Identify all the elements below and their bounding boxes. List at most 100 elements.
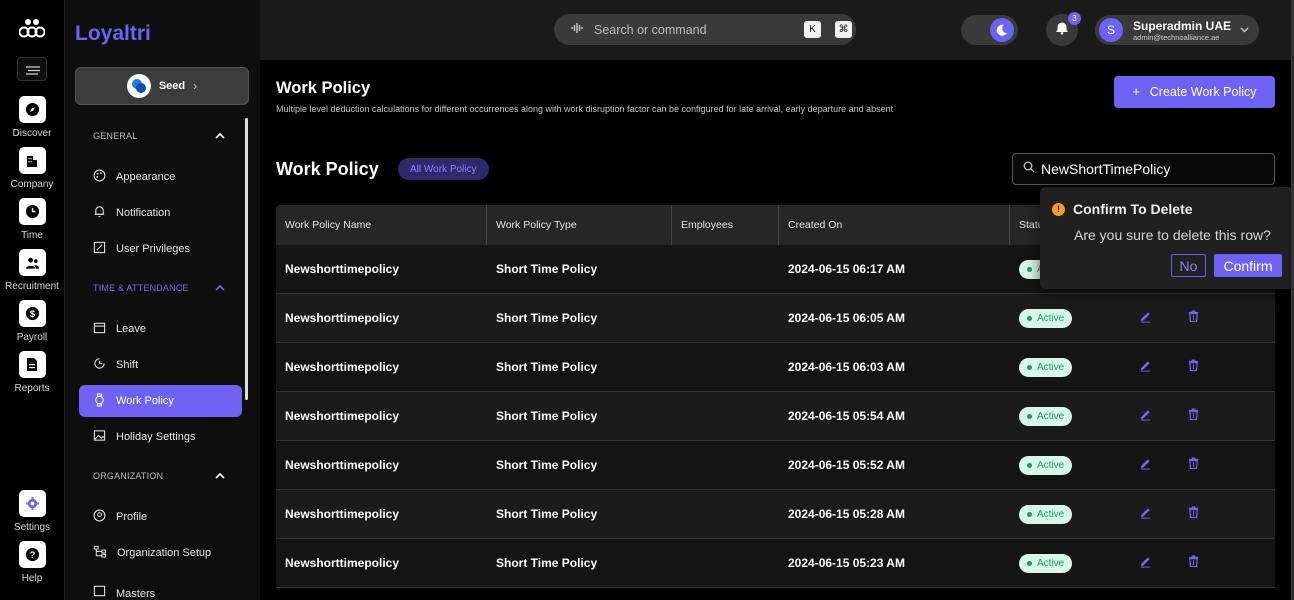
popover-message: Are you sure to delete this row? xyxy=(1074,227,1271,243)
rail-item-reports[interactable]: Reports xyxy=(0,351,64,394)
warning-icon: ! xyxy=(1052,202,1065,216)
confirm-button[interactable]: Confirm xyxy=(1214,254,1282,277)
created-on: 2024-06-15 06:03 AM xyxy=(788,360,905,374)
chevron-up-icon xyxy=(215,131,225,141)
notifications-button[interactable]: 3 xyxy=(1046,12,1081,46)
chevron-down-icon xyxy=(1240,25,1249,36)
sidebar-item-organization-setup[interactable]: Organization Setup xyxy=(79,537,242,569)
section-time-attendance[interactable]: TIME & ATTENDANCE xyxy=(93,283,225,293)
table-row[interactable]: Newshorttimepolicy Short Time Policy 2024-… xyxy=(276,539,1275,588)
rail-item-settings[interactable]: Settings xyxy=(0,490,64,533)
user-menu[interactable]: S Superadmin UAE admin@technoalliance.ae xyxy=(1095,15,1259,45)
sidebar-item-profile[interactable]: Profile xyxy=(79,501,242,533)
org-switcher[interactable]: Seed › xyxy=(75,67,249,105)
status-dot-icon xyxy=(1027,560,1032,566)
section-organization[interactable]: ORGANIZATION xyxy=(93,471,225,481)
sidebar-item-appearance[interactable]: Appearance xyxy=(79,161,242,193)
delete-icon[interactable] xyxy=(1188,310,1199,326)
created-on: 2024-06-15 05:23 AM xyxy=(788,556,905,570)
edit-icon[interactable] xyxy=(1139,408,1152,424)
sidebar-item-masters[interactable]: Masters xyxy=(79,573,242,600)
edit-icon[interactable] xyxy=(1139,555,1152,571)
shortcut-key-k: K xyxy=(804,21,821,38)
edit-icon[interactable] xyxy=(1139,310,1152,326)
theme-toggle[interactable] xyxy=(961,15,1018,45)
chevron-up-icon xyxy=(215,283,225,293)
app-logo-icon[interactable] xyxy=(18,18,46,40)
voice-icon xyxy=(570,21,584,39)
edit-icon[interactable] xyxy=(1139,506,1152,522)
palette-icon xyxy=(93,169,106,185)
sidebar-item-shift[interactable]: Shift xyxy=(79,349,242,381)
column-header[interactable]: Work Policy Type xyxy=(487,205,672,245)
user-name: Superadmin UAE xyxy=(1133,18,1232,33)
collapse-menu-button[interactable] xyxy=(17,57,47,81)
sidebar-item-work-policy[interactable]: Work Policy xyxy=(79,385,242,417)
column-header[interactable]: Employees xyxy=(672,205,779,245)
settings-sidebar: Loyaltri Seed › GENERAL Appearance Notif… xyxy=(65,0,260,600)
delete-icon[interactable] xyxy=(1188,506,1199,522)
cancel-button[interactable]: No xyxy=(1171,254,1206,277)
table-row[interactable]: Newshorttimepolicy Short Time Policy 2024-… xyxy=(276,294,1275,343)
rail-item-discover[interactable]: Discover xyxy=(0,96,64,139)
user-email: admin@technoalliance.ae xyxy=(1133,32,1220,42)
policy-type: Short Time Policy xyxy=(496,458,598,472)
table-row[interactable]: Newshorttimepolicy Short Time Policy 2024-… xyxy=(276,441,1275,490)
search-value: NewShortTimePolicy xyxy=(1041,161,1171,177)
column-header[interactable]: Created On xyxy=(779,205,1010,245)
status-badge: Active xyxy=(1019,504,1073,524)
table-search-input[interactable]: NewShortTimePolicy xyxy=(1012,153,1275,185)
rail-item-help[interactable]: ? Help xyxy=(0,541,64,584)
column-header[interactable]: Work Policy Name xyxy=(276,205,487,245)
rail-item-recruitment[interactable]: Recruitment xyxy=(0,249,64,292)
policy-name: Newshorttimepolicy xyxy=(285,409,400,423)
created-on: 2024-06-15 05:28 AM xyxy=(788,507,905,521)
delete-icon[interactable] xyxy=(1188,555,1199,571)
table-row[interactable]: Newshorttimepolicy Short Time Policy 2024-… xyxy=(276,343,1275,392)
create-work-policy-button[interactable]: + Create Work Policy xyxy=(1114,76,1275,108)
table-body: Newshorttimepolicy Short Time Policy 2024-… xyxy=(276,245,1275,588)
global-search[interactable]: Search or command K ⌘ xyxy=(554,14,856,45)
dollar-icon: $ xyxy=(18,300,46,327)
status-badge: Active xyxy=(1019,455,1073,475)
delete-icon[interactable] xyxy=(1188,457,1199,473)
hierarchy-icon xyxy=(93,545,107,561)
created-on: 2024-06-15 05:52 AM xyxy=(788,458,905,472)
clock-icon xyxy=(18,198,46,225)
sidebar-item-user-privileges[interactable]: User Privileges xyxy=(79,233,242,265)
search-icon xyxy=(1023,160,1035,178)
report-icon xyxy=(18,351,46,378)
sidebar-scrollbar[interactable] xyxy=(245,118,248,400)
table-row[interactable]: Newshorttimepolicy Short Time Policy 2024-… xyxy=(276,392,1275,441)
status-dot-icon xyxy=(1027,462,1032,468)
building-icon xyxy=(18,147,46,174)
edit-icon[interactable] xyxy=(1139,359,1152,375)
sidebar-item-holiday-settings[interactable]: Holiday Settings xyxy=(79,421,242,453)
svg-text:$: $ xyxy=(29,309,35,319)
rail-item-time[interactable]: Time xyxy=(0,198,64,241)
status-badge: Active xyxy=(1019,406,1073,426)
edit-icon[interactable] xyxy=(1139,457,1152,473)
created-on: 2024-06-15 06:05 AM xyxy=(788,311,905,325)
status-dot-icon xyxy=(1027,511,1032,517)
section-general[interactable]: GENERAL xyxy=(93,131,225,141)
sidebar-item-notification[interactable]: Notification xyxy=(79,197,242,229)
svg-text:?: ? xyxy=(29,550,35,560)
delete-icon[interactable] xyxy=(1188,359,1199,375)
delete-icon[interactable] xyxy=(1188,408,1199,424)
filter-badge[interactable]: All Work Policy xyxy=(398,158,489,180)
main-content: Work Policy Multiple level deduction cal… xyxy=(260,60,1294,600)
table-row[interactable]: Newshorttimepolicy Short Time Policy 2024-… xyxy=(276,490,1275,539)
policy-type: Short Time Policy xyxy=(496,409,598,423)
policy-type: Short Time Policy xyxy=(496,360,598,374)
status-dot-icon xyxy=(1027,315,1032,321)
help-icon: ? xyxy=(18,541,46,568)
rail-item-payroll[interactable]: $ Payroll xyxy=(0,300,64,343)
search-input[interactable]: Search or command xyxy=(594,23,794,37)
list-title: Work Policy xyxy=(276,159,379,179)
sidebar-item-leave[interactable]: Leave xyxy=(79,313,242,345)
brand-name: Loyaltri xyxy=(75,22,151,45)
rail-item-company[interactable]: Company xyxy=(0,147,64,190)
policy-name: Newshorttimepolicy xyxy=(285,507,400,521)
shift-clock-icon xyxy=(93,357,106,373)
